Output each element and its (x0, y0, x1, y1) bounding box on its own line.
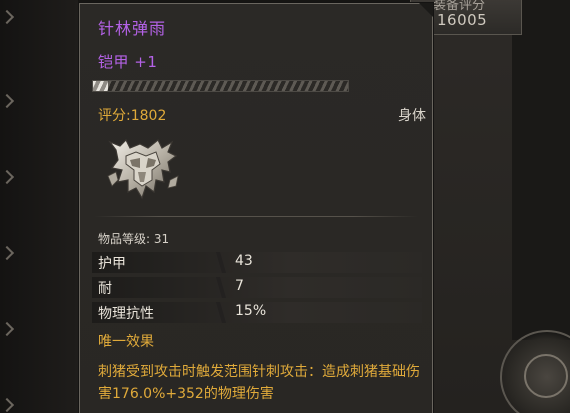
game-screen: 装备评分 16005 针林弹雨 铠甲 +1 评分:1802 身体 物品等级: 3… (0, 0, 570, 413)
divider (94, 216, 418, 217)
chevron-right-icon[interactable] (0, 245, 15, 261)
unique-effect-desc: 刺猪受到攻击时触发范围针刺攻击：造成刺猪基础伤害176.0%+352的物理伤害 (98, 364, 420, 402)
chevron-right-icon[interactable] (0, 321, 15, 337)
side-strip (512, 0, 570, 340)
durability-fill (93, 81, 109, 91)
stat-name: 护甲 (98, 256, 126, 272)
stat-value: 7 (235, 278, 244, 294)
stat-value: 43 (235, 253, 253, 269)
unique-effect-title: 唯一效果 (98, 334, 154, 350)
stat-value: 15% (235, 303, 267, 319)
stat-row-physical-resist: 物理抗性 15% (92, 302, 422, 323)
stat-name: 物理抗性 (98, 306, 154, 322)
stat-row-endurance: 耐 7 (92, 277, 422, 298)
stat-name: 耐 (98, 281, 112, 297)
item-name: 针林弹雨 (98, 19, 167, 38)
equip-slot: 身体 (398, 108, 426, 124)
item-tooltip: 针林弹雨 铠甲 +1 评分:1802 身体 物品等级: 31 护甲 43 耐 7… (79, 3, 433, 413)
chevron-right-icon[interactable] (0, 397, 15, 413)
durability-bar (92, 80, 349, 92)
stat-row-armor: 护甲 43 (92, 252, 422, 273)
item-type-enhance: 铠甲 +1 (98, 53, 158, 71)
left-menu-column (0, 0, 78, 413)
chevron-right-icon[interactable] (0, 169, 15, 185)
equip-score-value: 16005 (437, 11, 488, 29)
item-level: 物品等级: 31 (98, 232, 170, 246)
chevron-right-icon[interactable] (0, 93, 15, 109)
armor-chestpiece-icon (107, 138, 179, 200)
chevron-right-icon[interactable] (0, 9, 15, 25)
item-rating: 评分:1802 (98, 108, 167, 124)
